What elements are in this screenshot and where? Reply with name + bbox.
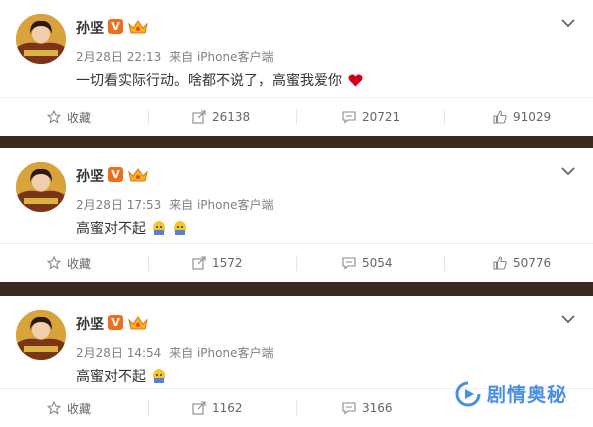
post-separator bbox=[0, 136, 593, 148]
divider bbox=[148, 400, 149, 416]
crying-emoji-icon bbox=[153, 369, 166, 383]
divider bbox=[296, 400, 297, 416]
repost-count: 1162 bbox=[212, 401, 243, 415]
repost-icon bbox=[192, 401, 206, 415]
divider bbox=[444, 109, 445, 125]
crown-badge-icon bbox=[128, 316, 148, 330]
username[interactable]: 孙坚 bbox=[76, 314, 104, 334]
favorite-label: 收藏 bbox=[67, 256, 92, 271]
divider bbox=[444, 255, 445, 271]
thumbs-up-icon bbox=[493, 110, 507, 124]
post-meta: 2月28日 17:53 来自 iPhone客户端 bbox=[76, 196, 277, 213]
repost-icon bbox=[192, 256, 206, 270]
comment-count: 20721 bbox=[362, 110, 401, 124]
crying-emoji-icon bbox=[173, 221, 186, 235]
post-actions: 收藏 26138 20721 91029 bbox=[0, 97, 593, 136]
favorite-button[interactable]: 收藏 bbox=[47, 389, 91, 427]
like-count: 91029 bbox=[513, 110, 552, 124]
weibo-post-1: 孙坚 V 2月28日 22:13 来自 iPhone客户端 一切看实际行动。啥都… bbox=[0, 0, 593, 136]
star-icon bbox=[47, 110, 61, 124]
post-date[interactable]: 2月28日 22:13 bbox=[76, 50, 161, 64]
comment-count: 3166 bbox=[362, 401, 393, 415]
post-source: 来自 iPhone客户端 bbox=[169, 346, 274, 360]
avatar[interactable] bbox=[16, 162, 66, 212]
like-button[interactable]: 50776 bbox=[493, 244, 551, 282]
star-icon bbox=[47, 256, 61, 270]
verified-badge-icon: V bbox=[108, 315, 123, 330]
star-icon bbox=[47, 401, 61, 415]
avatar[interactable] bbox=[16, 14, 66, 64]
divider bbox=[148, 255, 149, 271]
comment-icon bbox=[342, 111, 356, 124]
post-actions: 收藏 1572 5054 50776 bbox=[0, 243, 593, 282]
post-date[interactable]: 2月28日 17:53 bbox=[76, 198, 161, 212]
divider bbox=[296, 109, 297, 125]
favorite-label: 收藏 bbox=[67, 401, 92, 416]
comment-button[interactable]: 3166 bbox=[342, 389, 393, 427]
repost-icon bbox=[192, 110, 206, 124]
favorite-button[interactable]: 收藏 bbox=[47, 98, 91, 136]
chevron-down-icon[interactable] bbox=[561, 18, 575, 28]
comment-icon bbox=[342, 257, 356, 270]
thumbs-up-icon bbox=[493, 256, 507, 270]
post-source: 来自 iPhone客户端 bbox=[169, 50, 274, 64]
username[interactable]: 孙坚 bbox=[76, 166, 104, 186]
favorite-button[interactable]: 收藏 bbox=[47, 244, 91, 282]
verified-badge-icon: V bbox=[108, 167, 123, 182]
post-text-content: 一切看实际行动。啥都不说了，高蜜我爱你 bbox=[76, 73, 342, 89]
heart-emoji-icon bbox=[348, 74, 363, 87]
post-separator bbox=[0, 282, 593, 296]
watermark-logo-icon bbox=[455, 381, 481, 406]
post-text: 高蜜对不起 bbox=[76, 218, 187, 238]
comment-button[interactable]: 20721 bbox=[342, 98, 400, 136]
divider bbox=[148, 109, 149, 125]
post-meta: 2月28日 22:13 来自 iPhone客户端 bbox=[76, 48, 277, 65]
chevron-down-icon[interactable] bbox=[561, 314, 575, 324]
post-date[interactable]: 2月28日 14:54 bbox=[76, 346, 161, 360]
watermark: 剧情奥秘 bbox=[455, 380, 567, 407]
post-text-content: 高蜜对不起 bbox=[76, 221, 146, 237]
repost-count: 1572 bbox=[212, 256, 243, 270]
watermark-text: 剧情奥秘 bbox=[486, 384, 567, 406]
crown-badge-icon bbox=[128, 168, 148, 182]
post-meta: 2月28日 14:54 来自 iPhone客户端 bbox=[76, 344, 277, 361]
favorite-label: 收藏 bbox=[67, 110, 92, 125]
repost-count: 26138 bbox=[212, 110, 251, 124]
weibo-post-3: 孙坚 V 2月28日 14:54 来自 iPhone客户端 高蜜对不起 收藏 1… bbox=[0, 296, 593, 427]
weibo-post-2: 孙坚 V 2月28日 17:53 来自 iPhone客户端 高蜜对不起 收藏 1… bbox=[0, 148, 593, 282]
post-text: 高蜜对不起 bbox=[76, 366, 166, 386]
post-source: 来自 iPhone客户端 bbox=[169, 198, 274, 212]
comment-icon bbox=[342, 402, 356, 415]
repost-button[interactable]: 26138 bbox=[192, 98, 250, 136]
crown-badge-icon bbox=[128, 20, 148, 34]
post-text: 一切看实际行动。啥都不说了，高蜜我爱你 bbox=[76, 70, 363, 90]
repost-button[interactable]: 1572 bbox=[192, 244, 243, 282]
comment-count: 5054 bbox=[362, 256, 393, 270]
like-button[interactable]: 91029 bbox=[493, 98, 551, 136]
repost-button[interactable]: 1162 bbox=[192, 389, 243, 427]
post-text-content: 高蜜对不起 bbox=[76, 369, 146, 385]
chevron-down-icon[interactable] bbox=[561, 166, 575, 176]
comment-button[interactable]: 5054 bbox=[342, 244, 393, 282]
avatar[interactable] bbox=[16, 310, 66, 360]
divider bbox=[296, 255, 297, 271]
username[interactable]: 孙坚 bbox=[76, 18, 104, 38]
crying-emoji-icon bbox=[153, 221, 166, 235]
like-count: 50776 bbox=[513, 256, 552, 270]
verified-badge-icon: V bbox=[108, 19, 123, 34]
